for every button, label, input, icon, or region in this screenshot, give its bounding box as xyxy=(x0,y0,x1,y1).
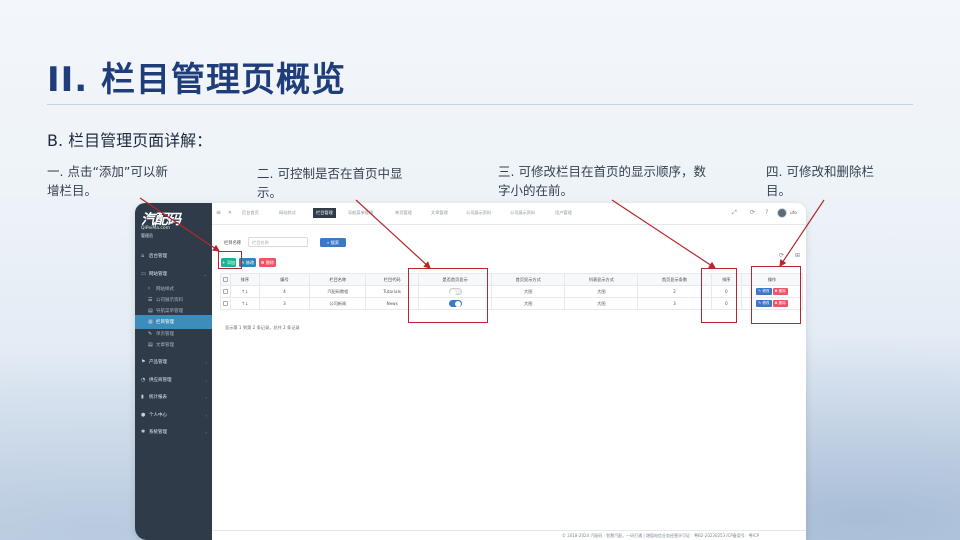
arrow-actions xyxy=(779,199,825,267)
callout-arrows xyxy=(139,197,825,269)
arrow-sort xyxy=(611,199,717,269)
arrow-show-home xyxy=(355,199,431,269)
arrow-add xyxy=(139,197,220,252)
